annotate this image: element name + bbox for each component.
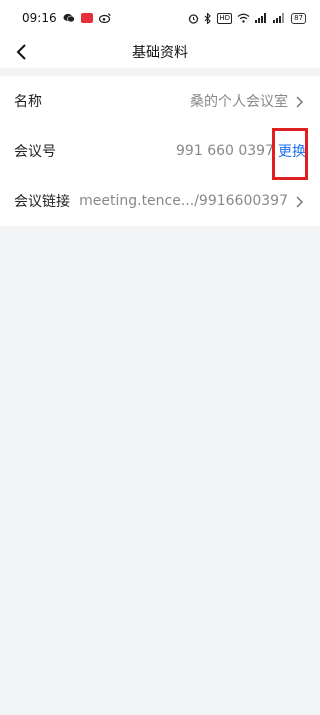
battery-icon: 87 [291, 12, 306, 24]
meeting-id-value: 991 660 0397 [176, 143, 274, 159]
row-label-name: 名称 [14, 94, 42, 110]
status-left: 09:16 [22, 11, 111, 25]
battery-level: 87 [294, 13, 303, 22]
chevron-right-icon [292, 94, 306, 108]
meeting-name-value: 桑的个人会议室 [190, 94, 288, 110]
row-meeting-name[interactable]: 名称 桑的个人会议室 [0, 76, 320, 126]
nav-bar: 基础资料 [0, 36, 320, 68]
meeting-link-value: meeting.tence.../9916600397 [79, 193, 288, 209]
row-label-meeting-link: 会议链接 [14, 194, 70, 210]
signal-icon [273, 13, 286, 23]
change-meeting-id-button[interactable]: 更换 [278, 141, 306, 161]
clock: 09:16 [22, 11, 57, 25]
page-title: 基础资料 [132, 45, 188, 61]
weibo-icon [98, 13, 111, 23]
row-label-meeting-id: 会议号 [14, 144, 56, 160]
hd-badge: HD [217, 12, 233, 24]
alarm-icon [188, 13, 199, 24]
wechat-icon [63, 13, 75, 23]
bluetooth-icon [204, 12, 212, 24]
basic-info-card: 名称 桑的个人会议室 会议号 991 660 0397 更换 会议链接 meet… [0, 76, 320, 226]
status-bar: 09:16 HD 87 [0, 0, 320, 36]
wifi-icon [237, 13, 250, 23]
row-meeting-link[interactable]: 会议链接 meeting.tence.../9916600397 [0, 176, 320, 226]
signal-icon [255, 13, 268, 23]
status-right: HD 87 [188, 12, 306, 24]
row-meeting-id: 会议号 991 660 0397 更换 [0, 126, 320, 180]
chevron-right-icon [292, 194, 306, 208]
back-chevron-icon[interactable] [10, 40, 34, 64]
red-app-icon [80, 13, 93, 23]
